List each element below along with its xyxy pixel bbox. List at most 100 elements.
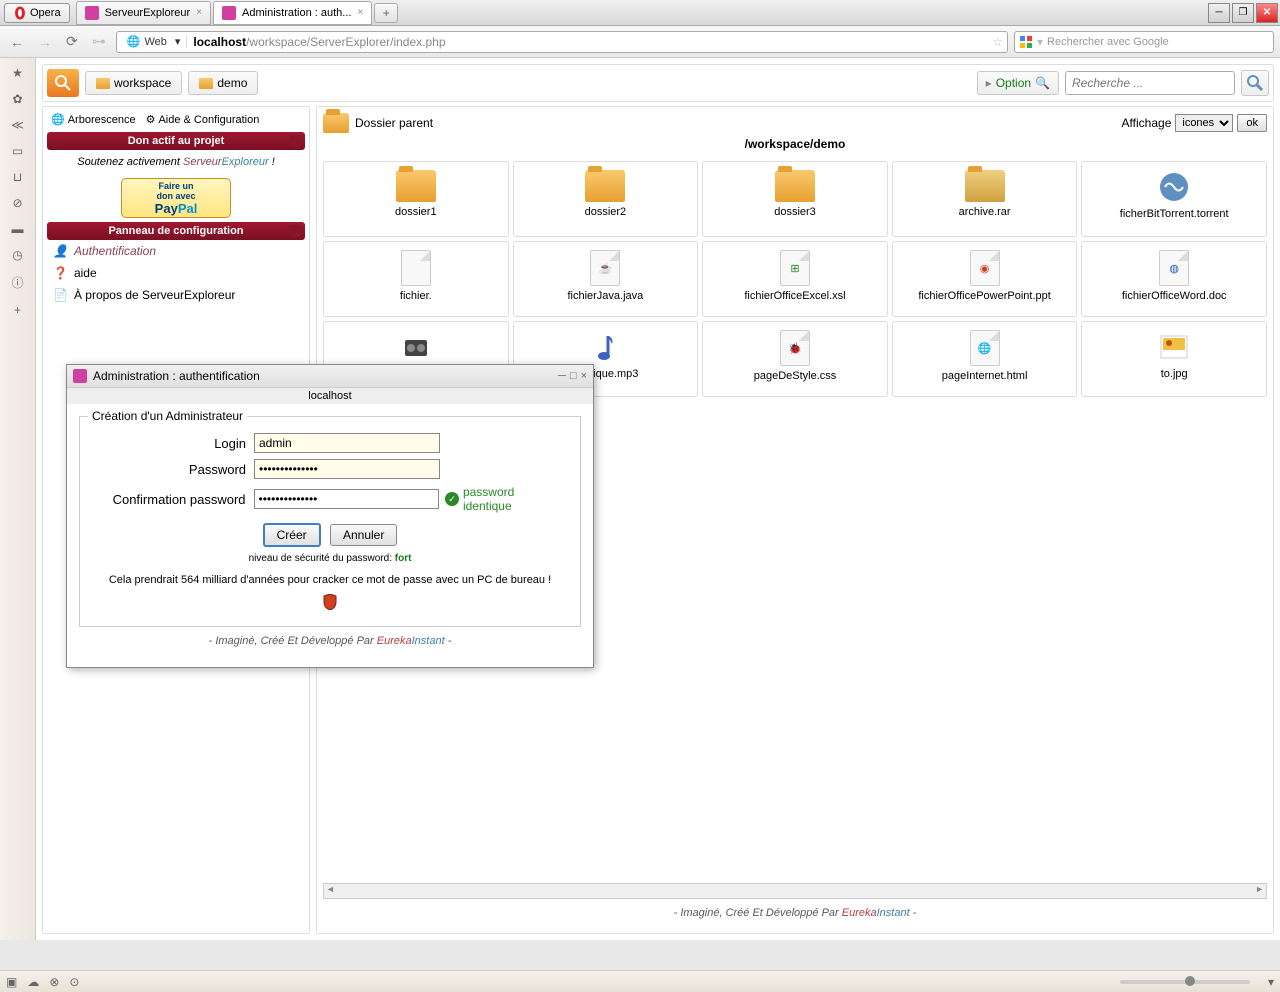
back-button[interactable]: ← <box>6 32 28 52</box>
java-icon: ☕ <box>590 250 620 286</box>
file-item[interactable]: to.jpg <box>1081 321 1267 397</box>
dialog-titlebar[interactable]: Administration : authentification ─ □ × <box>67 365 593 388</box>
file-item[interactable]: 🌐pageInternet.html <box>892 321 1078 397</box>
close-window-button[interactable]: ✕ <box>1256 3 1278 23</box>
panel-icon[interactable]: ▬ <box>12 222 24 236</box>
create-button[interactable]: Créer <box>263 523 321 547</box>
file-item[interactable]: ⊞fichierOfficeExcel.xsl <box>702 241 888 317</box>
bookmark-star-icon[interactable]: ☆ <box>992 35 1003 49</box>
dialog-minimize-button[interactable]: ─ <box>558 370 566 382</box>
dialog-maximize-button[interactable]: □ <box>570 370 577 382</box>
file-grid: dossier1 dossier2 dossier3 archive.rar f… <box>323 161 1267 397</box>
paypal-donate-button[interactable]: Faire un don avec PayPal <box>121 178 231 218</box>
link-icon[interactable]: ⊗ <box>49 975 59 989</box>
share-icon[interactable]: ≪ <box>11 118 24 132</box>
new-tab-button[interactable]: + <box>374 3 398 23</box>
folder-icon <box>199 78 213 89</box>
sidebar-item-authentication[interactable]: 👤Authentification <box>47 240 305 262</box>
sidebar-item-about[interactable]: 📄À propos de ServeurExploreur <box>47 284 305 306</box>
star-icon[interactable]: ★ <box>12 66 23 80</box>
panel-config-header[interactable]: Panneau de configuration <box>47 222 305 240</box>
password-crack-time: Cela prendrait 564 milliard d'années pou… <box>94 574 566 586</box>
tab-close-button[interactable]: × <box>196 7 202 18</box>
panel-donation-header[interactable]: Don actif au projet <box>47 132 305 150</box>
help-icon: ❓ <box>53 266 68 280</box>
key-icon[interactable]: ⊶ <box>88 31 110 52</box>
affichage-select[interactable]: icones <box>1175 114 1233 132</box>
password-label: Password <box>94 462 254 477</box>
browser-tab-active[interactable]: Administration : auth... × <box>213 1 372 25</box>
file-item[interactable]: ◉fichierOfficePowerPoint.ppt <box>892 241 1078 317</box>
search-input[interactable] <box>1065 71 1235 95</box>
file-item[interactable]: 🐞pageDeStyle.css <box>702 321 888 397</box>
url-text[interactable]: localhost/workspace/ServerExplorer/index… <box>187 35 992 49</box>
cancel-button[interactable]: Annuler <box>330 524 397 546</box>
clock-icon[interactable]: ◷ <box>12 248 22 262</box>
html-icon: 🌐 <box>970 330 1000 366</box>
opera-side-panel: ★ ✿ ≪ ▭ ⊔ ⊘ ▬ ◷ ⓘ + <box>0 58 36 940</box>
tab-label: ServeurExploreur <box>105 7 191 19</box>
option-button[interactable]: ▸Option🔍 <box>977 71 1059 95</box>
tab-icon <box>85 6 99 20</box>
search-button[interactable] <box>1241 70 1269 96</box>
file-item[interactable]: ficherBitTorrent.torrent <box>1081 161 1267 237</box>
folder-icon <box>96 78 110 89</box>
confirm-password-input[interactable] <box>254 489 439 509</box>
address-bar[interactable]: 🌐Web▾ localhost/workspace/ServerExplorer… <box>116 31 1008 53</box>
dialog-icon <box>73 369 87 383</box>
tree-icon: 🌐 <box>51 113 65 126</box>
music-icon <box>588 330 622 364</box>
add-panel-icon[interactable]: + <box>14 303 21 317</box>
sync-icon[interactable]: ☁ <box>27 975 39 989</box>
tab-close-button[interactable]: × <box>357 7 363 18</box>
admin-creation-fieldset: Création d'un Administrateur Login Passw… <box>79 416 581 627</box>
file-item[interactable]: dossier2 <box>513 161 699 237</box>
info-icon[interactable]: ⓘ <box>11 274 23 291</box>
check-icon: ✓ <box>445 492 459 506</box>
turbo-icon[interactable]: ⊙ <box>69 975 79 989</box>
app-logo-icon[interactable] <box>47 69 79 97</box>
login-input[interactable] <box>254 433 440 453</box>
footer-credits: - Imaginé, Créé Et Développé Par EurekaI… <box>323 899 1267 927</box>
gears-icon: ⚙ <box>146 113 156 126</box>
browser-search-box[interactable]: ▾ Rechercher avec Google <box>1014 31 1274 53</box>
ok-button[interactable]: ok <box>1237 114 1267 132</box>
image-icon <box>1157 330 1191 364</box>
gear-icon[interactable]: ✿ <box>12 92 22 106</box>
minimize-button[interactable]: ─ <box>1208 3 1230 23</box>
video-icon <box>399 330 433 364</box>
file-item[interactable]: ◍fichierOfficeWord.doc <box>1081 241 1267 317</box>
doc-icon: 📄 <box>53 288 68 302</box>
authentication-dialog: Administration : authentification ─ □ × … <box>66 364 594 668</box>
sidebar-tab-tree[interactable]: 🌐Arborescence <box>47 111 140 128</box>
tab-label: Administration : auth... <box>242 7 351 19</box>
file-item[interactable]: dossier3 <box>702 161 888 237</box>
archive-icon <box>965 170 1005 202</box>
widget-icon[interactable]: ⊔ <box>13 170 22 184</box>
maximize-button[interactable]: ❐ <box>1232 3 1254 23</box>
horizontal-scrollbar[interactable] <box>323 883 1267 899</box>
file-item[interactable]: ☕fichierJava.java <box>513 241 699 317</box>
password-input[interactable] <box>254 459 440 479</box>
dialog-close-button[interactable]: × <box>581 370 587 382</box>
reload-button[interactable]: ⟳ <box>62 31 82 52</box>
dialog-host: localhost <box>67 388 593 404</box>
folder-icon <box>396 170 436 202</box>
breadcrumb-workspace[interactable]: workspace <box>85 71 182 95</box>
link-icon[interactable]: ⊘ <box>12 196 22 210</box>
zoom-slider[interactable] <box>1120 980 1250 984</box>
file-item[interactable]: archive.rar <box>892 161 1078 237</box>
opera-label: Opera <box>30 7 61 19</box>
panel-toggle-icon[interactable]: ▣ <box>6 975 17 989</box>
sidebar-item-help[interactable]: ❓aide <box>47 262 305 284</box>
sidebar-tab-help[interactable]: ⚙Aide & Configuration <box>142 111 264 128</box>
note-icon[interactable]: ▭ <box>12 144 23 158</box>
breadcrumb-demo[interactable]: demo <box>188 71 258 95</box>
browser-tab[interactable]: ServeurExploreur × <box>76 1 211 25</box>
opera-menu-button[interactable]: Opera <box>4 3 70 23</box>
zoom-dropdown-icon[interactable]: ▾ <box>1268 975 1274 989</box>
parent-folder-link[interactable]: Dossier parent <box>355 116 433 130</box>
file-item[interactable]: fichier. <box>323 241 509 317</box>
forward-button[interactable]: → <box>34 32 56 52</box>
file-item[interactable]: dossier1 <box>323 161 509 237</box>
